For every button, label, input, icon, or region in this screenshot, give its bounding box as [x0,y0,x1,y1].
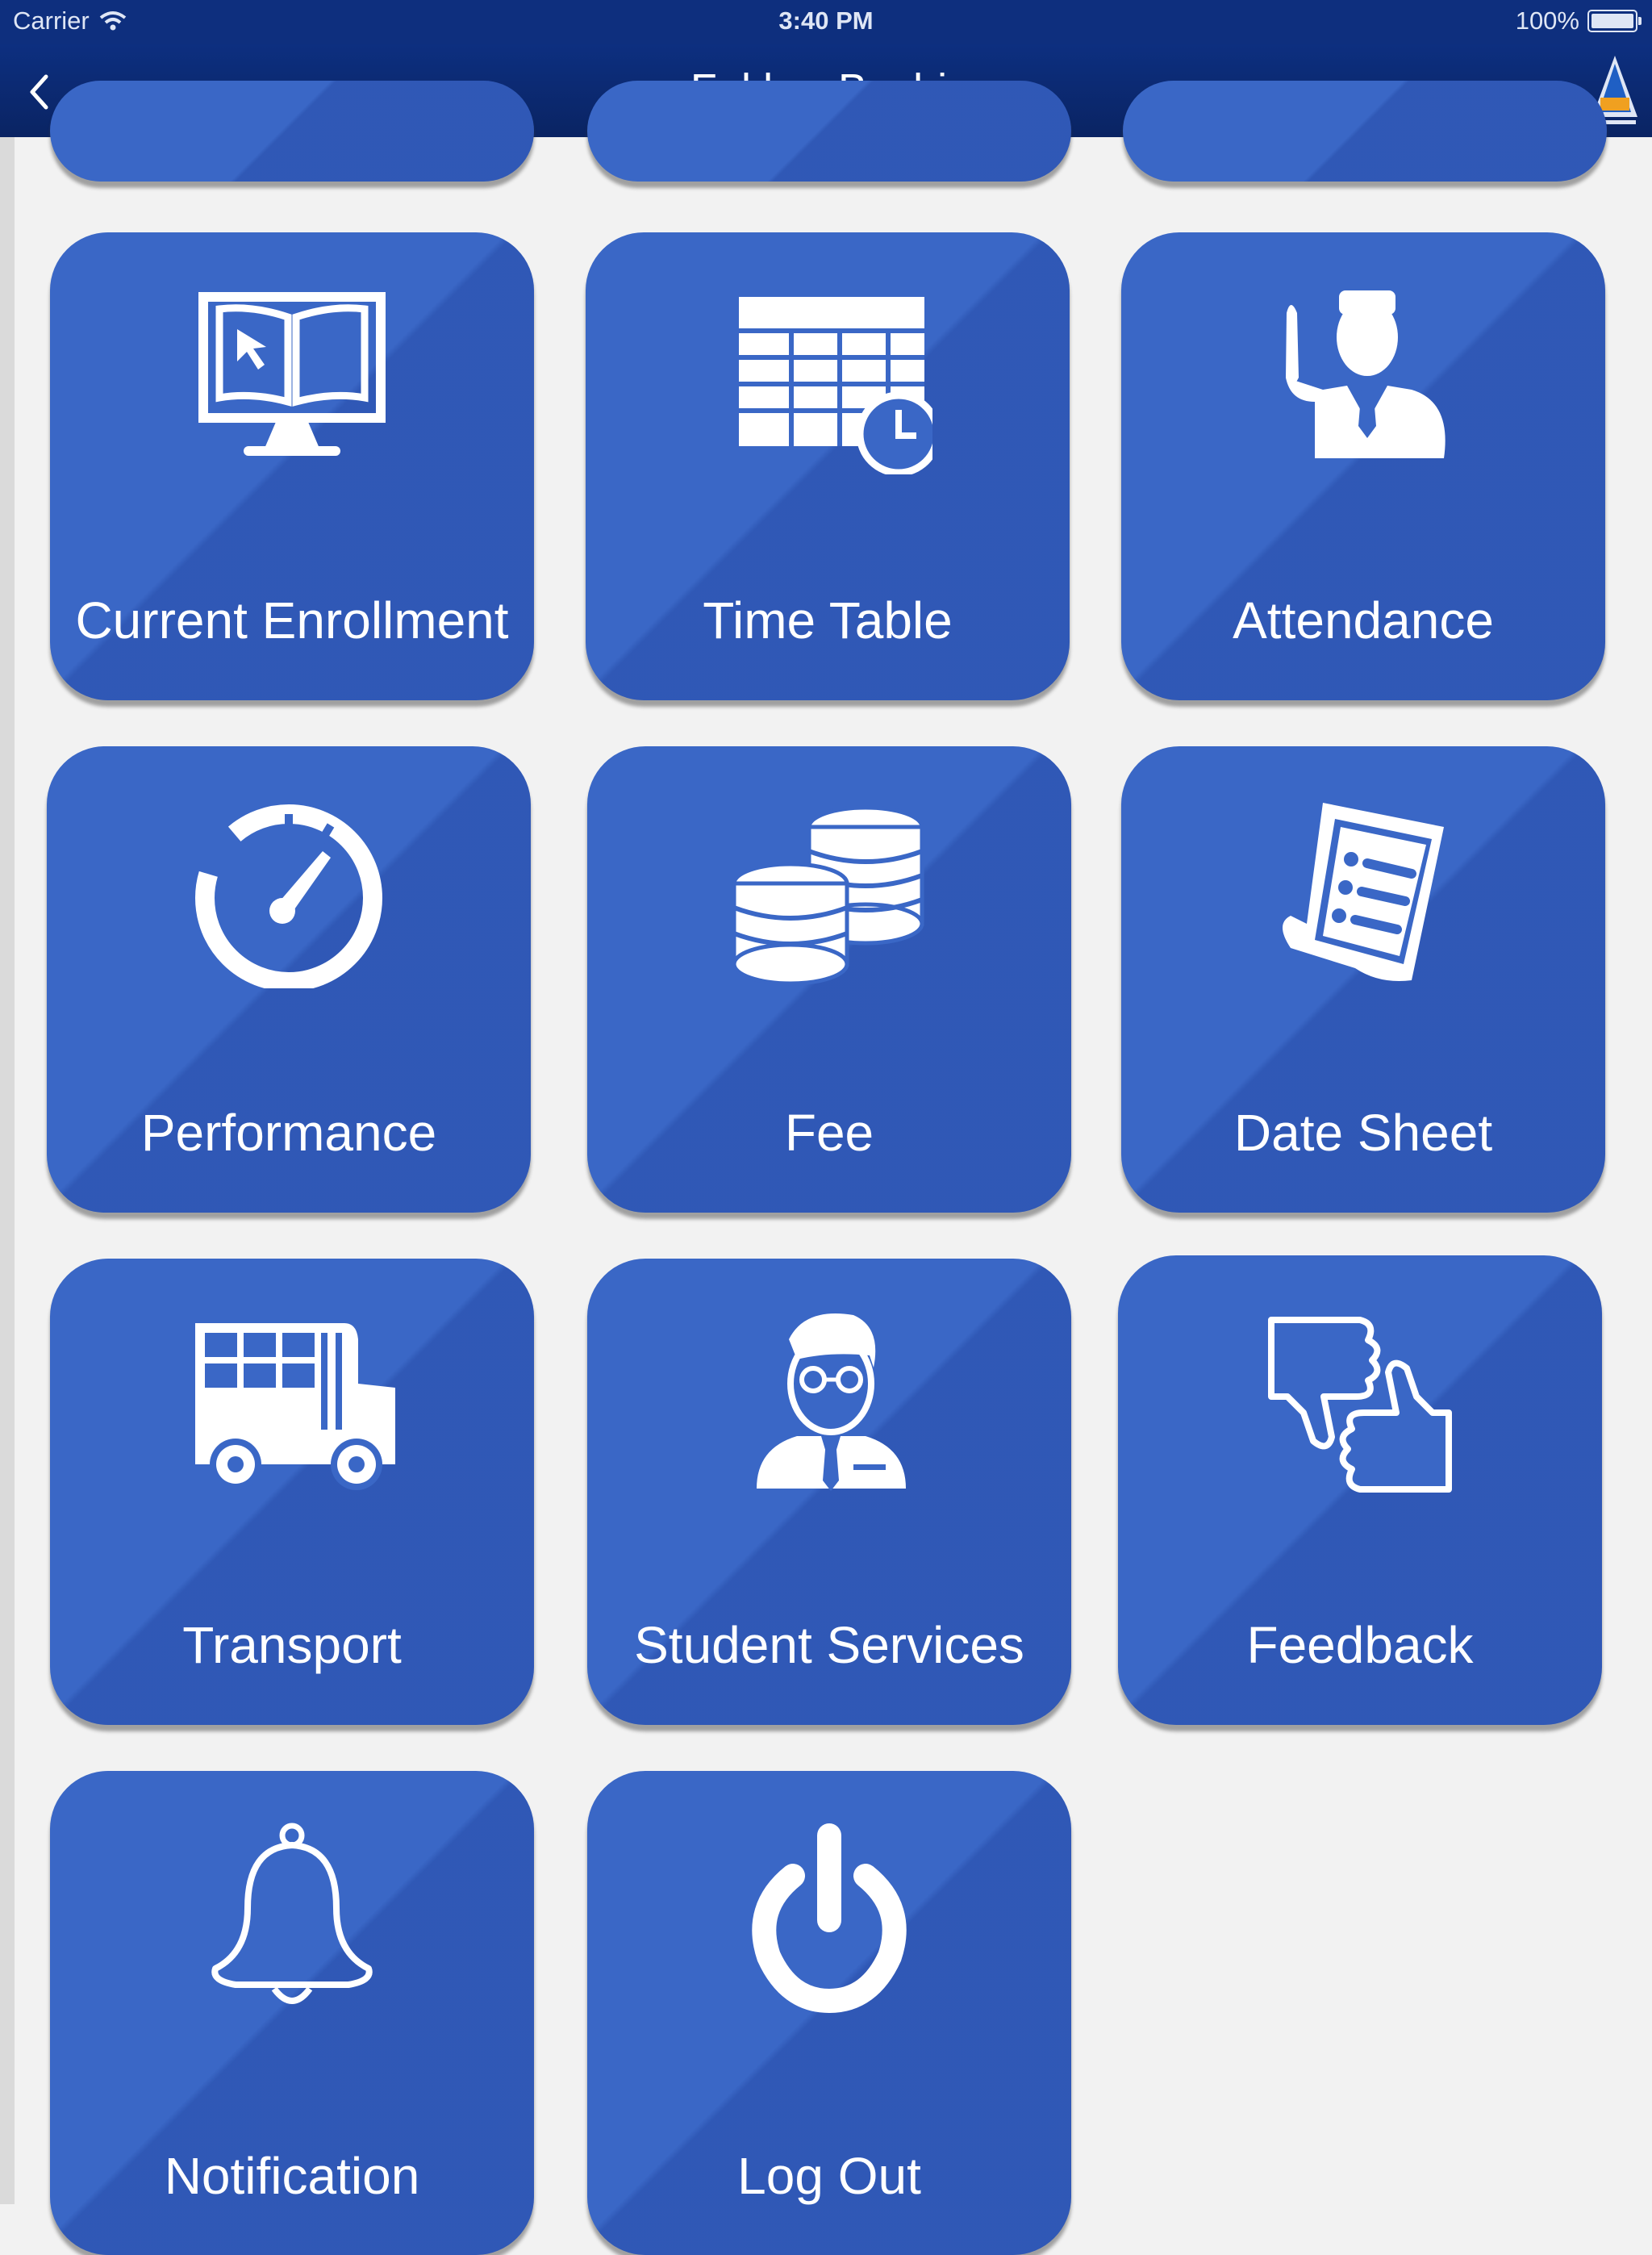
battery-icon [1587,10,1642,32]
tile-label: Log Out [737,2147,921,2205]
tile-label: Attendance [1233,591,1494,649]
thumbs-up-down-icon [1268,1317,1452,1493]
battery-percent: 100% [1515,6,1579,35]
power-icon [752,1823,907,2013]
menu-tile-performance[interactable]: Performance [47,746,531,1213]
tile-label: Fee [784,1104,874,1162]
menu-tile-fee[interactable]: Fee [587,746,1071,1213]
status-time: 3:40 PM [778,6,874,35]
menu-tile-partial-2[interactable] [587,81,1071,182]
tile-label: Feedback [1246,1616,1474,1674]
menu-tile-partial-3[interactable] [1123,81,1607,182]
content-edge [0,137,15,2204]
monitor-book-icon [198,292,386,456]
tile-label: Notification [164,2147,420,2205]
tile-label: Performance [140,1104,437,1162]
menu-tile-current-enrollment[interactable]: Current Enrollment [50,232,534,700]
menu-tile-student-services[interactable]: Student Services [587,1259,1071,1725]
tile-label: Current Enrollment [75,591,509,649]
bell-icon [211,1823,373,2004]
coins-stack-icon [732,805,924,986]
tile-label: Student Services [634,1616,1024,1674]
status-battery: 100% [1515,6,1642,35]
menu-tile-time-table[interactable]: Time Table [586,232,1070,700]
raised-hand-person-icon [1286,290,1446,458]
timetable-clock-icon [739,297,932,474]
bus-icon [195,1323,395,1490]
tile-label: Transport [182,1616,402,1674]
document-list-icon [1283,803,1444,981]
menu-tile-log-out[interactable]: Log Out [587,1771,1071,2255]
menu-tile-attendance[interactable]: Attendance [1121,232,1605,700]
person-glasses-icon [757,1313,906,1491]
speedometer-icon [195,804,382,988]
menu-tile-feedback[interactable]: Feedback [1118,1255,1602,1725]
tile-label: Time Table [703,591,953,649]
menu-tile-date-sheet[interactable]: Date Sheet [1121,746,1605,1213]
menu-tile-notification[interactable]: Notification [50,1771,534,2255]
menu-tile-transport[interactable]: Transport [50,1259,534,1725]
menu-tile-partial-1[interactable] [50,81,534,182]
tile-label: Date Sheet [1233,1104,1493,1162]
status-bar: Carrier 3:40 PM 100% [0,0,1652,44]
